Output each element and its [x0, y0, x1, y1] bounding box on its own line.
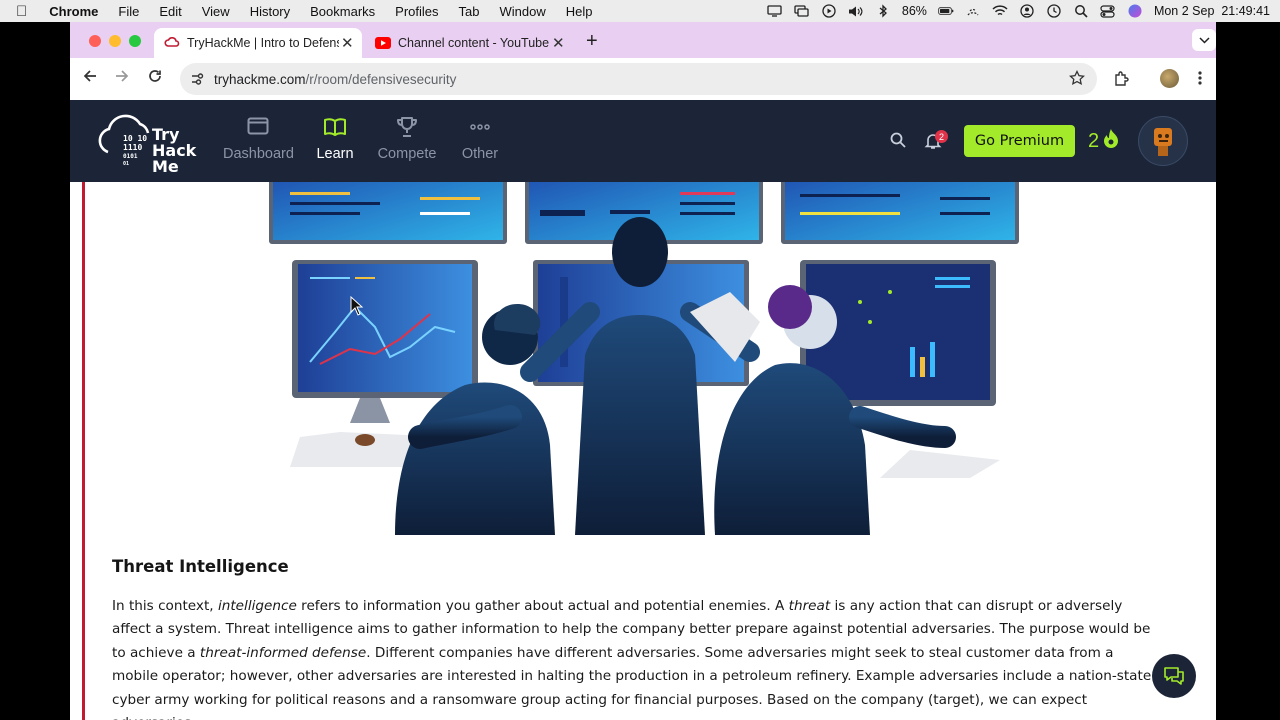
- fire-icon: [1102, 128, 1120, 154]
- tryhackme-favicon: [164, 35, 180, 51]
- nav-label: Learn: [316, 146, 354, 162]
- play-icon[interactable]: [821, 4, 837, 18]
- close-tab-icon[interactable]: ✕: [341, 34, 354, 52]
- profile-avatar-icon[interactable]: [1160, 69, 1179, 88]
- tab-title: TryHackMe | Intro to Defensiv: [187, 36, 339, 50]
- battery-percent: 86%: [901, 4, 927, 18]
- chat-support-button[interactable]: [1152, 654, 1196, 698]
- screen-mirroring-icon[interactable]: [794, 4, 810, 18]
- menu-bookmarks[interactable]: Bookmarks: [300, 4, 385, 19]
- book-icon: [310, 114, 360, 140]
- reload-icon[interactable]: [148, 69, 162, 88]
- battery-icon[interactable]: [938, 4, 954, 18]
- bookmark-star-icon[interactable]: [1069, 69, 1085, 89]
- control-center-icon[interactable]: [1100, 4, 1116, 18]
- volume-icon[interactable]: [848, 4, 864, 18]
- tab-tryhackme[interactable]: TryHackMe | Intro to Defensiv ✕: [154, 28, 362, 58]
- nav-label: Other: [461, 146, 499, 162]
- nav-label: Compete: [377, 146, 437, 162]
- chrome-menu-icon[interactable]: [1198, 70, 1202, 91]
- extensions-puzzle-icon[interactable]: [1113, 71, 1129, 92]
- minimize-window-button[interactable]: [109, 35, 121, 47]
- menu-view[interactable]: View: [192, 4, 240, 19]
- monitor-icon: [223, 114, 293, 140]
- trophy-icon: [375, 114, 439, 140]
- tryhackme-logo[interactable]: 10 10 1110 0101 01 Try Hack Me: [94, 110, 204, 177]
- svg-text:10 10: 10 10: [123, 134, 147, 143]
- go-premium-button[interactable]: Go Premium: [964, 125, 1075, 157]
- search-icon[interactable]: [890, 132, 906, 153]
- menu-history[interactable]: History: [240, 4, 300, 19]
- nav-label: Dashboard: [223, 146, 294, 162]
- soc-team-illustration: [269, 182, 1019, 535]
- streak-counter: 2: [1088, 128, 1120, 154]
- paragraph-text: In this context,: [112, 598, 218, 614]
- apple-menu-icon[interactable]: : [12, 3, 39, 20]
- nav-other[interactable]: Other: [458, 114, 502, 162]
- new-tab-icon[interactable]: +: [586, 30, 598, 53]
- tab-youtube[interactable]: Channel content - YouTube St ✕: [366, 28, 570, 58]
- svg-text:1110: 1110: [123, 143, 142, 152]
- url-path: /r/room/defensivesecurity: [305, 71, 457, 87]
- browser-toolbar: tryhackme.com/r/room/defensivesecurity: [70, 58, 1216, 100]
- section-paragraph: In this context, intelligence refers to …: [112, 595, 1162, 720]
- youtube-favicon: [375, 35, 391, 51]
- svg-text:Me: Me: [152, 157, 179, 172]
- bluetooth-icon[interactable]: [875, 4, 891, 18]
- paragraph-emphasis: threat-informed defense: [199, 644, 367, 661]
- paragraph-emphasis: threat: [788, 598, 831, 614]
- close-tab-icon[interactable]: ✕: [552, 34, 565, 52]
- zoom-window-button[interactable]: [129, 35, 141, 47]
- mouse-cursor: [350, 296, 364, 316]
- tab-title: Channel content - YouTube St: [398, 36, 550, 50]
- url-domain: tryhackme.com: [214, 71, 306, 87]
- section-heading: Threat Intelligence: [112, 557, 289, 576]
- time-machine-icon[interactable]: [1046, 4, 1062, 18]
- more-icon: [458, 114, 502, 140]
- room-content: Threat Intelligence In this context, int…: [70, 182, 1216, 720]
- user-avatar[interactable]: [1138, 116, 1188, 166]
- siri-icon[interactable]: [1127, 4, 1143, 18]
- nav-learn[interactable]: Learn: [310, 114, 360, 162]
- close-window-button[interactable]: [89, 35, 101, 47]
- nav-compete[interactable]: Compete: [375, 114, 439, 162]
- wifi-icon[interactable]: [992, 4, 1008, 18]
- menubar-datetime: Mon 2 Sep 21:49:41: [1153, 4, 1270, 18]
- site-navbar: 10 10 1110 0101 01 Try Hack Me Dashboard…: [70, 100, 1216, 182]
- menu-file[interactable]: File: [108, 4, 149, 19]
- display-icon[interactable]: [767, 4, 783, 18]
- menu-tab[interactable]: Tab: [449, 4, 490, 19]
- paragraph-text: refers to information you gather about a…: [296, 598, 789, 614]
- back-arrow-icon[interactable]: [83, 69, 97, 88]
- menu-profiles[interactable]: Profiles: [385, 4, 448, 19]
- spotlight-search-icon[interactable]: [1073, 4, 1089, 18]
- app-menu-chrome[interactable]: Chrome: [39, 4, 108, 19]
- browser-window: TryHackMe | Intro to Defensiv ✕ Channel …: [70, 22, 1216, 720]
- tab-search-chevron-icon[interactable]: [1192, 29, 1216, 51]
- site-settings-icon[interactable]: [190, 72, 204, 86]
- menu-edit[interactable]: Edit: [149, 4, 191, 19]
- svg-text:0101: 0101: [123, 153, 138, 160]
- chat-icon: [1162, 665, 1186, 687]
- tab-strip: TryHackMe | Intro to Defensiv ✕ Channel …: [70, 22, 1216, 58]
- nav-dashboard[interactable]: Dashboard: [223, 114, 294, 162]
- svg-text:01: 01: [123, 161, 129, 167]
- notification-badge: 2: [935, 130, 948, 143]
- macos-menubar:  Chrome File Edit View History Bookmark…: [0, 0, 1280, 22]
- streak-count: 2: [1088, 129, 1100, 152]
- section-accent-bar: [82, 182, 85, 720]
- user-circle-icon[interactable]: [1019, 4, 1035, 18]
- menu-window[interactable]: Window: [490, 4, 556, 19]
- menu-help[interactable]: Help: [556, 4, 603, 19]
- forward-arrow-icon[interactable]: [115, 69, 129, 88]
- address-bar[interactable]: tryhackme.com/r/room/defensivesecurity: [180, 63, 1097, 95]
- vpn-icon[interactable]: [965, 4, 981, 18]
- paragraph-emphasis: intelligence: [217, 598, 297, 614]
